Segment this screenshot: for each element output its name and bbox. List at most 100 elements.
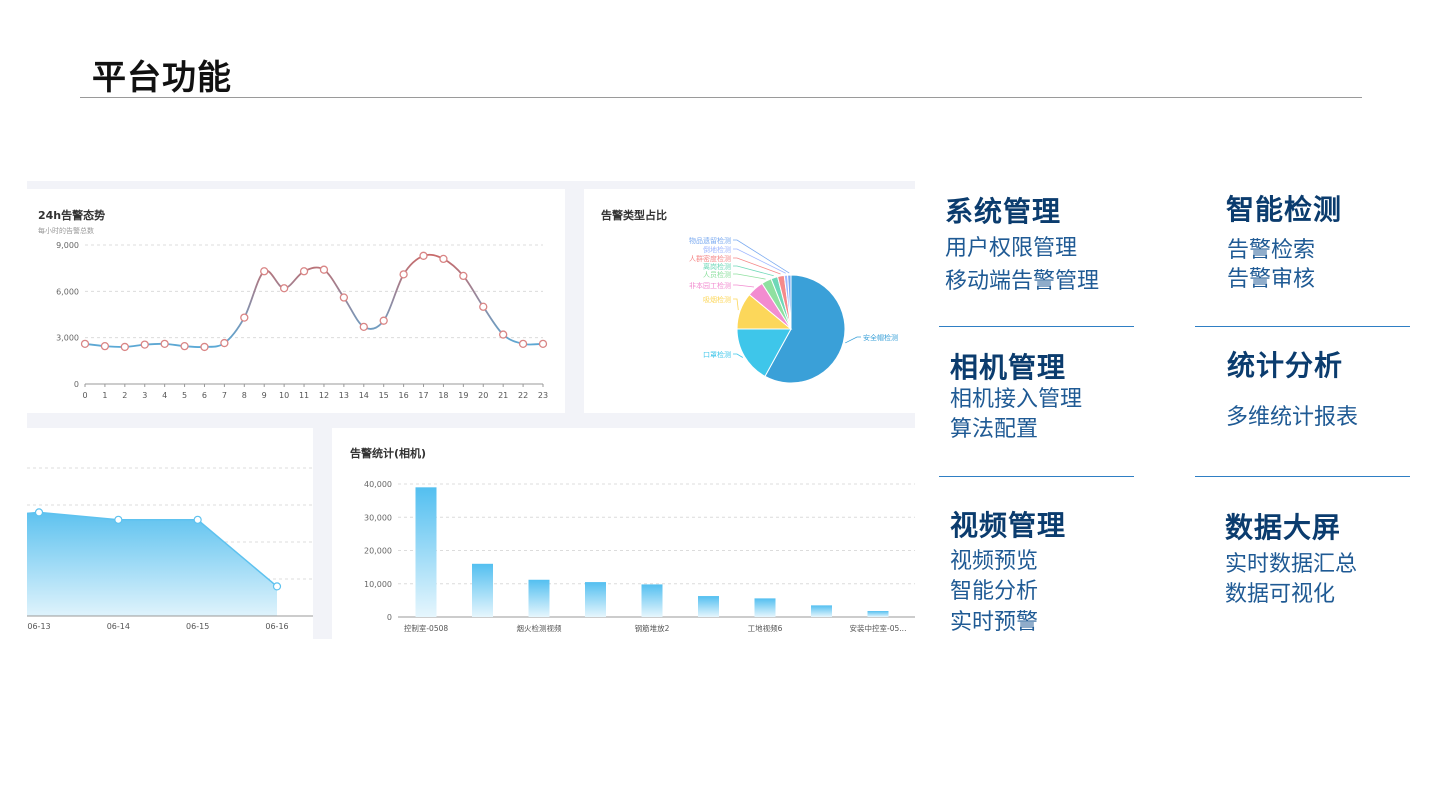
pie-slice-label: 人群密度检测 (689, 254, 731, 263)
series-line (84, 253, 544, 349)
data-point (379, 316, 388, 325)
dashboard-screenshot: 24h告警态势 每小时的告警总数 0 3,000 6,000 9,000 0 1 2 3 4 5 6… (27, 181, 915, 639)
pie-slice-label: 人员检测 (703, 270, 731, 279)
feature-item: 实时数据汇总 (1225, 552, 1358, 577)
line-chart-panel: 24h告警态势 每小时的告警总数 0 3,000 6,000 9,000 0 1 2 3 4 5 6… (27, 189, 565, 413)
x-tick-label: 8 (242, 391, 247, 400)
page-title: 平台功能 (92, 58, 232, 98)
pie-slice-label: 安全帽检测 (863, 333, 898, 342)
pie-chart-panel: 告警类型占比 安全帽检测 口罩检测 吸烟检测 非本园工检测 人员检测 离岗检测 人群密度检测… (584, 189, 915, 413)
pie-label-line (733, 353, 744, 358)
x-tick-label: 2 (122, 391, 127, 400)
x-tick-label: 14 (359, 391, 369, 400)
feature-item: 告警检索 (1227, 238, 1316, 263)
bar (811, 605, 832, 617)
data-point (100, 342, 110, 351)
feature-item: 相机接入管理 (950, 387, 1083, 412)
data-point (240, 313, 249, 322)
x-tick-label: 13 (339, 391, 349, 400)
pie-slice-label: 口罩检测 (703, 350, 731, 359)
data-point (114, 515, 123, 524)
y-tick-label: 9,000 (56, 241, 79, 250)
bar (698, 596, 719, 617)
y-tick-label: 3,000 (56, 334, 79, 343)
pie-label-line (733, 248, 786, 274)
pie-chart: 安全帽检测口罩检测 吸烟检测 非本园工检测 人员检测离岗检测人群密度检测倒地检测物品遗… (689, 236, 898, 384)
data-point (140, 340, 149, 349)
line-chart: 03,0006,0009,0000 1 2 3 4 5 6 7 8 9 10 11 12 13 14 15 16… (56, 241, 548, 400)
data-point (160, 339, 169, 348)
pie-label-line (845, 336, 861, 344)
pie-slice-label: 离岗检测 (703, 262, 731, 271)
x-tick-label: 20 (478, 391, 488, 400)
feature-item: 移动端告警管理 (945, 269, 1100, 294)
y-tick-label: 10,000 (364, 580, 392, 589)
data-point (80, 339, 90, 348)
feature-item: 多维统计报表 (1226, 405, 1359, 430)
feature-item: 视频预览 (950, 549, 1039, 574)
area-chart: 06-13 06-14 06-15 06-16 (27, 467, 313, 631)
pie-label-line (733, 298, 739, 311)
x-tick-label: 21 (498, 391, 508, 400)
feature-title-video: 视频管理 (950, 509, 1067, 542)
x-tick-label: 06-16 (265, 622, 288, 631)
x-tick-label: 6 (202, 391, 207, 400)
pie-label-line (733, 273, 766, 280)
area-fill (27, 512, 277, 616)
y-tick-label: 0 (387, 613, 392, 622)
x-tick-label: 3 (142, 391, 147, 400)
x-tick-label: 23 (538, 391, 548, 400)
pie-slice-label: 倒地检测 (703, 245, 731, 254)
x-tick-label: 22 (518, 391, 528, 400)
y-tick-label: 30,000 (364, 513, 392, 522)
area-chart-panel: 06-13 06-14 06-15 06-16 (27, 428, 313, 639)
x-tick-label: 06-15 (186, 622, 209, 631)
bar-chart: 0 10,000 20,000 30,000 40,000 控制室-0508 烟火检测视频 钢… (364, 480, 915, 633)
x-tick-label: 安装中控室-05... (850, 623, 907, 633)
y-tick-label: 20,000 (364, 547, 392, 556)
x-tick-label: 15 (379, 391, 389, 400)
data-point (459, 271, 468, 281)
data-point (200, 342, 209, 352)
bar (528, 579, 550, 617)
x-tick-label: 0 (82, 391, 87, 400)
x-tick-label: 18 (438, 391, 448, 400)
data-point (260, 267, 269, 276)
feature-item: 实时预警 (950, 610, 1039, 635)
data-point (120, 342, 129, 352)
x-tick-label: 06-13 (27, 622, 50, 631)
x-tick-label: 控制室-0508 (404, 623, 449, 633)
feature-divider (939, 476, 1134, 477)
feature-title-detect: 智能检测 (1226, 193, 1343, 226)
feature-item: 算法配置 (950, 417, 1039, 442)
bar (472, 563, 493, 617)
data-point (518, 339, 528, 348)
data-point (499, 330, 508, 339)
y-tick-label: 0 (74, 380, 79, 389)
pie-label-line (733, 239, 790, 274)
x-tick-label: 钢筋堆放2 (635, 623, 670, 633)
bar (867, 611, 889, 617)
pie-slice-label: 物品遗留检测 (689, 236, 731, 245)
feature-title-camera: 相机管理 (950, 351, 1067, 384)
data-point (279, 284, 289, 293)
feature-item: 数据可视化 (1225, 582, 1336, 607)
x-tick-label: 工地视频6 (748, 623, 783, 633)
x-tick-label: 烟火检测视频 (517, 623, 562, 633)
data-point (299, 267, 309, 276)
data-point (319, 265, 329, 274)
x-tick-label: 06-14 (107, 622, 130, 631)
x-tick-label: 9 (262, 391, 267, 400)
data-point (339, 293, 349, 302)
x-tick-label: 17 (418, 391, 428, 400)
x-tick-label: 1 (102, 391, 107, 400)
feature-title-system: 系统管理 (945, 195, 1062, 228)
feature-title-stats: 统计分析 (1227, 349, 1344, 382)
bar (415, 487, 437, 617)
feature-item: 智能分析 (950, 579, 1039, 604)
data-point (538, 339, 548, 348)
bar (641, 584, 663, 617)
x-tick-label: 11 (299, 391, 309, 400)
data-point (419, 251, 428, 260)
data-point (34, 508, 44, 517)
